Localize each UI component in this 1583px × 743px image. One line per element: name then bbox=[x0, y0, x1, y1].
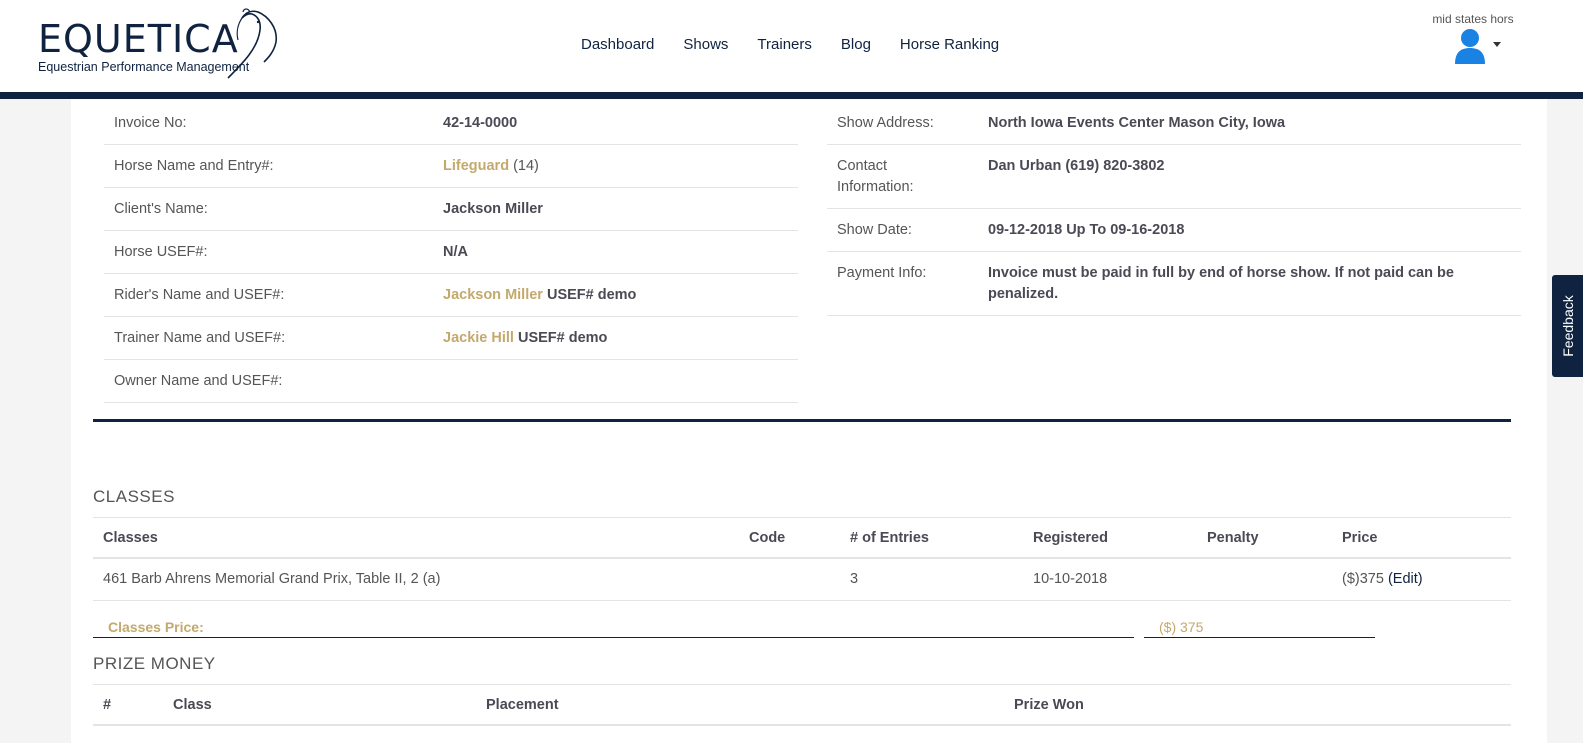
col-registered: Registered bbox=[1033, 530, 1108, 546]
class-price: ($)375 bbox=[1342, 571, 1384, 587]
trainer-row: Trainer Name and USEF#: Jackie Hill USEF… bbox=[104, 317, 798, 360]
col-classes: Classes bbox=[103, 530, 158, 546]
classes-table: Classes Code # of Entries Registered Pen… bbox=[93, 517, 1511, 601]
contact-row: Contact Information: Dan Urban (619) 820… bbox=[827, 145, 1521, 209]
col-entries: # of Entries bbox=[850, 530, 929, 546]
horse-name-link[interactable]: Lifeguard bbox=[443, 158, 509, 174]
class-registered: 10-10-2018 bbox=[1033, 571, 1108, 587]
trainer-label: Trainer Name and USEF#: bbox=[114, 330, 286, 346]
horse-usef-value: N/A bbox=[443, 244, 468, 260]
top-header: EQUETICA Equestrian Performance Manageme… bbox=[0, 0, 1583, 92]
invoice-no-value: 42-14-0000 bbox=[443, 115, 518, 131]
main-nav: Dashboard Shows Trainers Blog Horse Rank… bbox=[581, 36, 1028, 53]
col-penalty: Penalty bbox=[1207, 530, 1259, 546]
nav-horse-ranking[interactable]: Horse Ranking bbox=[900, 36, 999, 53]
client-row: Client's Name: Jackson Miller bbox=[104, 188, 798, 231]
invoice-details-left: Invoice No: 42-14-0000 Horse Name and En… bbox=[104, 102, 798, 403]
show-date-label: Show Date: bbox=[837, 222, 912, 238]
col-number: # bbox=[103, 697, 112, 713]
classes-price-value: ($) 375 bbox=[1144, 617, 1375, 638]
nav-blog[interactable]: Blog bbox=[841, 36, 871, 53]
invoice-details-right: Show Address: North Iowa Events Center M… bbox=[827, 102, 1521, 316]
contact-label: Contact Information: bbox=[837, 158, 914, 195]
prize-money-table: # Class Placement Prize Won bbox=[93, 684, 1511, 726]
owner-label: Owner Name and USEF#: bbox=[114, 373, 283, 389]
col-price: Price bbox=[1342, 530, 1378, 546]
horse-usef-row: Horse USEF#: N/A bbox=[104, 231, 798, 274]
table-row: 461 Barb Ahrens Memorial Grand Prix, Tab… bbox=[93, 559, 1511, 601]
address-label: Show Address: bbox=[837, 115, 934, 131]
horse-entry: (14) bbox=[513, 158, 539, 174]
prize-money-title: PRIZE MONEY bbox=[93, 654, 216, 673]
caret-down-icon[interactable] bbox=[1493, 42, 1501, 47]
horse-row: Horse Name and Entry#: Lifeguard (14) bbox=[104, 145, 798, 188]
address-value: North Iowa Events Center Mason City, Iow… bbox=[988, 115, 1286, 131]
classes-price-label: Classes Price: bbox=[93, 617, 1134, 638]
user-avatar-icon[interactable] bbox=[1453, 28, 1487, 64]
class-entries: 3 bbox=[850, 571, 859, 587]
rider-label: Rider's Name and USEF#: bbox=[114, 287, 285, 303]
show-date-row: Show Date: 09-12-2018 Up To 09-16-2018 bbox=[827, 209, 1521, 252]
col-class: Class bbox=[173, 697, 212, 713]
address-row: Show Address: North Iowa Events Center M… bbox=[827, 102, 1521, 145]
show-date-value: 09-12-2018 Up To 09-16-2018 bbox=[988, 222, 1185, 238]
user-menu[interactable]: mid states hors bbox=[1423, 12, 1523, 64]
class-name: 461 Barb Ahrens Memorial Grand Prix, Tab… bbox=[103, 571, 441, 587]
trainer-name-link[interactable]: Jackie Hill bbox=[443, 330, 514, 346]
classes-title: CLASSES bbox=[93, 487, 175, 506]
rider-row: Rider's Name and USEF#: Jackson Miller U… bbox=[104, 274, 798, 317]
trainer-usef: USEF# demo bbox=[517, 330, 608, 346]
equetica-logo[interactable]: EQUETICA Equestrian Performance Manageme… bbox=[38, 8, 278, 84]
invoice-no-row: Invoice No: 42-14-0000 bbox=[104, 102, 798, 145]
col-prize-won: Prize Won bbox=[1014, 697, 1084, 713]
client-label: Client's Name: bbox=[114, 201, 208, 217]
classes-price-value-text: ($) 375 bbox=[1159, 619, 1204, 635]
payment-row: Payment Info: Invoice must be paid in fu… bbox=[827, 252, 1521, 316]
logo-subtitle: Equestrian Performance Management bbox=[38, 60, 250, 74]
edit-price-link[interactable]: (Edit) bbox=[1388, 571, 1423, 587]
horse-usef-label: Horse USEF#: bbox=[114, 244, 208, 260]
client-name: Jackson Miller bbox=[443, 201, 543, 217]
contact-value: Dan Urban (619) 820-3802 bbox=[988, 158, 1165, 174]
header-divider bbox=[0, 92, 1583, 99]
nav-shows[interactable]: Shows bbox=[683, 36, 728, 53]
rider-usef: USEF# demo bbox=[546, 287, 637, 303]
owner-row: Owner Name and USEF#: bbox=[104, 360, 798, 403]
prize-header-row: # Class Placement Prize Won bbox=[93, 684, 1511, 726]
invoice-card: Invoice No: 42-14-0000 Horse Name and En… bbox=[71, 99, 1547, 743]
rider-name-link[interactable]: Jackson Miller bbox=[443, 287, 543, 303]
horse-label: Horse Name and Entry#: bbox=[114, 158, 274, 174]
section-divider bbox=[93, 419, 1511, 422]
payment-value: Invoice must be paid in full by end of h… bbox=[988, 265, 1454, 302]
invoice-no-label: Invoice No: bbox=[114, 115, 187, 131]
payment-label: Payment Info: bbox=[837, 265, 927, 281]
feedback-tab[interactable]: Feedback bbox=[1552, 275, 1583, 377]
nav-trainers[interactable]: Trainers bbox=[757, 36, 811, 53]
classes-header-row: Classes Code # of Entries Registered Pen… bbox=[93, 517, 1511, 559]
user-name: mid states hors bbox=[1432, 12, 1514, 26]
nav-dashboard[interactable]: Dashboard bbox=[581, 36, 654, 53]
classes-price-label-text: Classes Price: bbox=[108, 619, 204, 635]
col-placement: Placement bbox=[486, 697, 559, 713]
col-code: Code bbox=[749, 530, 786, 546]
feedback-label: Feedback bbox=[1559, 295, 1576, 357]
